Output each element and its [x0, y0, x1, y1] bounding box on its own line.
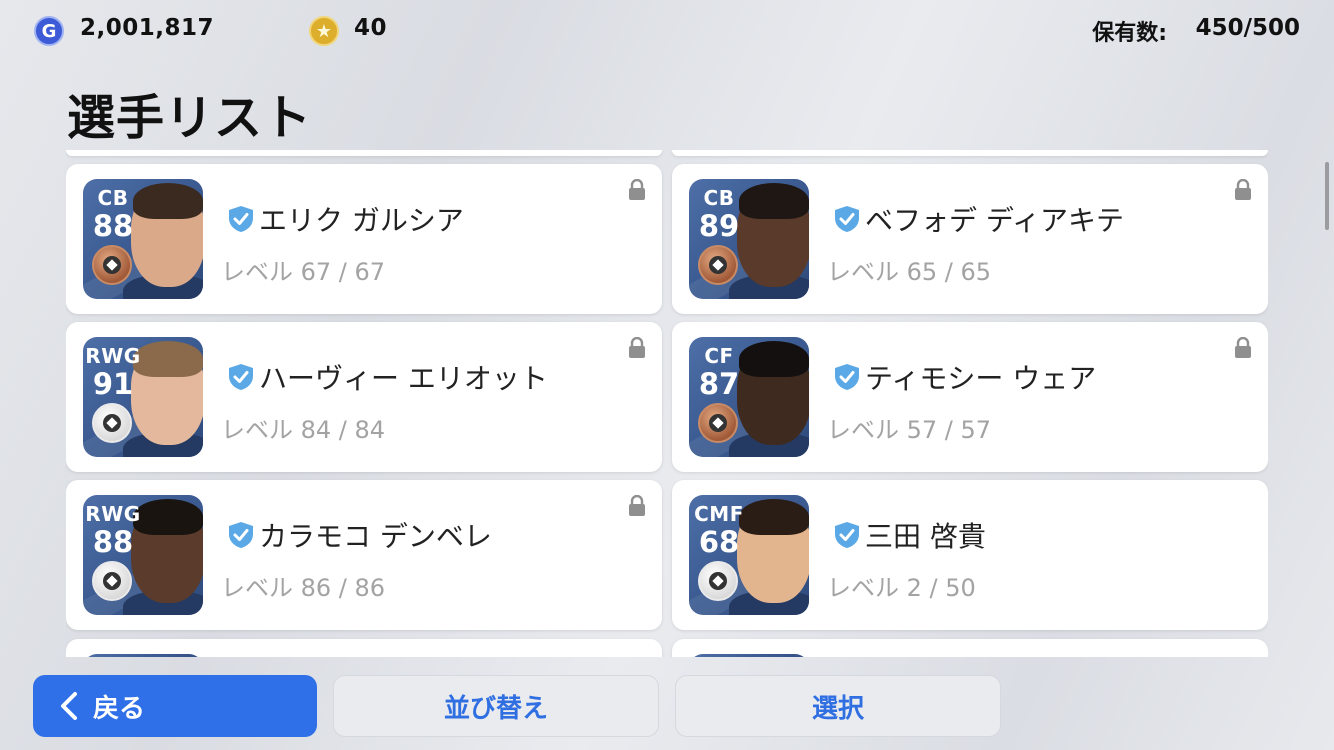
list-item-partial[interactable]: [672, 150, 1268, 156]
player-name: カラモコ デンベレ: [259, 520, 492, 553]
rating-label: 87: [698, 367, 740, 401]
player-card[interactable]: RWG 88 カラモコ デンベレ レベル 86 / 86: [66, 480, 662, 630]
lock-icon: [629, 179, 645, 200]
owned-value: 450/500: [1195, 15, 1300, 41]
list-item-partial[interactable]: [66, 150, 662, 156]
player-list[interactable]: CB 88 エリク ガルシア レベル 67 / 67 CB 89 ベフォデ ディ…: [66, 150, 1268, 657]
position-label: CF: [704, 344, 734, 368]
player-level: レベル 67 / 67: [221, 258, 386, 286]
player-card[interactable]: RWG 91 ハーヴィー エリオット レベル 84 / 84: [66, 322, 662, 472]
select-button-label: 選択: [811, 693, 864, 724]
player-name: ベフォデ ディアキテ: [865, 204, 1124, 237]
page-title: 選手リスト: [67, 90, 313, 146]
back-button-label: 戻る: [93, 693, 146, 724]
sort-button-label: 並び替え: [443, 693, 548, 724]
verified-shield-icon: [229, 364, 253, 390]
lock-icon: [629, 337, 645, 358]
player-name: エリク ガルシア: [259, 204, 464, 237]
player-thumbnail: CB 89: [689, 179, 809, 299]
owned-label: 保有数:: [1092, 21, 1167, 46]
player-card[interactable]: CB 89 ベフォデ ディアキテ レベル 65 / 65: [672, 164, 1268, 314]
player-thumbnail: [689, 654, 809, 657]
top-bar: G 2,001,817 ★ 40 保有数: 450/500: [0, 0, 1334, 64]
medal-icon: [698, 403, 738, 443]
verified-shield-icon: [229, 206, 253, 232]
player-card[interactable]: CMF 68 三田 啓貴 レベル 2 / 50: [672, 480, 1268, 630]
player-level: レベル 57 / 57: [827, 416, 992, 444]
player-level: レベル 84 / 84: [221, 416, 386, 444]
medal-icon: [698, 245, 738, 285]
scrollbar[interactable]: [1325, 162, 1329, 230]
sort-button[interactable]: 並び替え: [333, 675, 659, 737]
medal-icon: [92, 245, 132, 285]
list-item-partial[interactable]: [66, 639, 662, 657]
position-label: CB: [97, 186, 129, 210]
player-thumbnail: CF 87: [689, 337, 809, 457]
back-button[interactable]: 戻る: [33, 675, 317, 737]
lock-icon: [629, 495, 645, 516]
rating-label: 91: [92, 367, 134, 401]
player-level: レベル 86 / 86: [221, 574, 386, 602]
verified-shield-icon: [835, 206, 859, 232]
gp-value: 2,001,817: [80, 15, 214, 41]
lock-icon: [1235, 179, 1251, 200]
verified-shield-icon: [835, 522, 859, 548]
player-card[interactable]: CF 87 ティモシー ウェア レベル 57 / 57: [672, 322, 1268, 472]
player-thumbnail: CMF 68: [689, 495, 809, 615]
player-level: レベル 2 / 50: [827, 574, 976, 602]
player-thumbnail: RWG 91: [83, 337, 203, 457]
star-coin-icon: ★: [309, 16, 339, 46]
rating-label: 68: [698, 525, 740, 559]
position-label: CMF: [694, 502, 744, 526]
verified-shield-icon: [835, 364, 859, 390]
player-card[interactable]: CB 88 エリク ガルシア レベル 67 / 67: [66, 164, 662, 314]
position-label: CB: [703, 186, 735, 210]
player-thumbnail: RWG 88: [83, 495, 203, 615]
player-level: レベル 65 / 65: [827, 258, 992, 286]
g-coin-icon: G: [34, 16, 64, 46]
position-label: RWG: [85, 502, 141, 526]
player-thumbnail: [83, 654, 203, 657]
lock-icon: [1235, 337, 1251, 358]
select-button[interactable]: 選択: [675, 675, 1001, 737]
chevron-left-icon: [61, 692, 77, 720]
rating-label: 89: [698, 209, 740, 243]
medal-icon: [92, 403, 132, 443]
player-name: ティモシー ウェア: [865, 362, 1097, 395]
verified-shield-icon: [229, 522, 253, 548]
rating-label: 88: [92, 209, 134, 243]
medal-icon: [92, 561, 132, 601]
list-item-partial[interactable]: [672, 639, 1268, 657]
rating-label: 88: [92, 525, 134, 559]
player-name: 三田 啓貴: [865, 520, 986, 553]
coins-value: 40: [354, 15, 388, 41]
medal-icon: [698, 561, 738, 601]
player-name: ハーヴィー エリオット: [259, 362, 548, 395]
position-label: RWG: [85, 344, 141, 368]
player-thumbnail: CB 88: [83, 179, 203, 299]
